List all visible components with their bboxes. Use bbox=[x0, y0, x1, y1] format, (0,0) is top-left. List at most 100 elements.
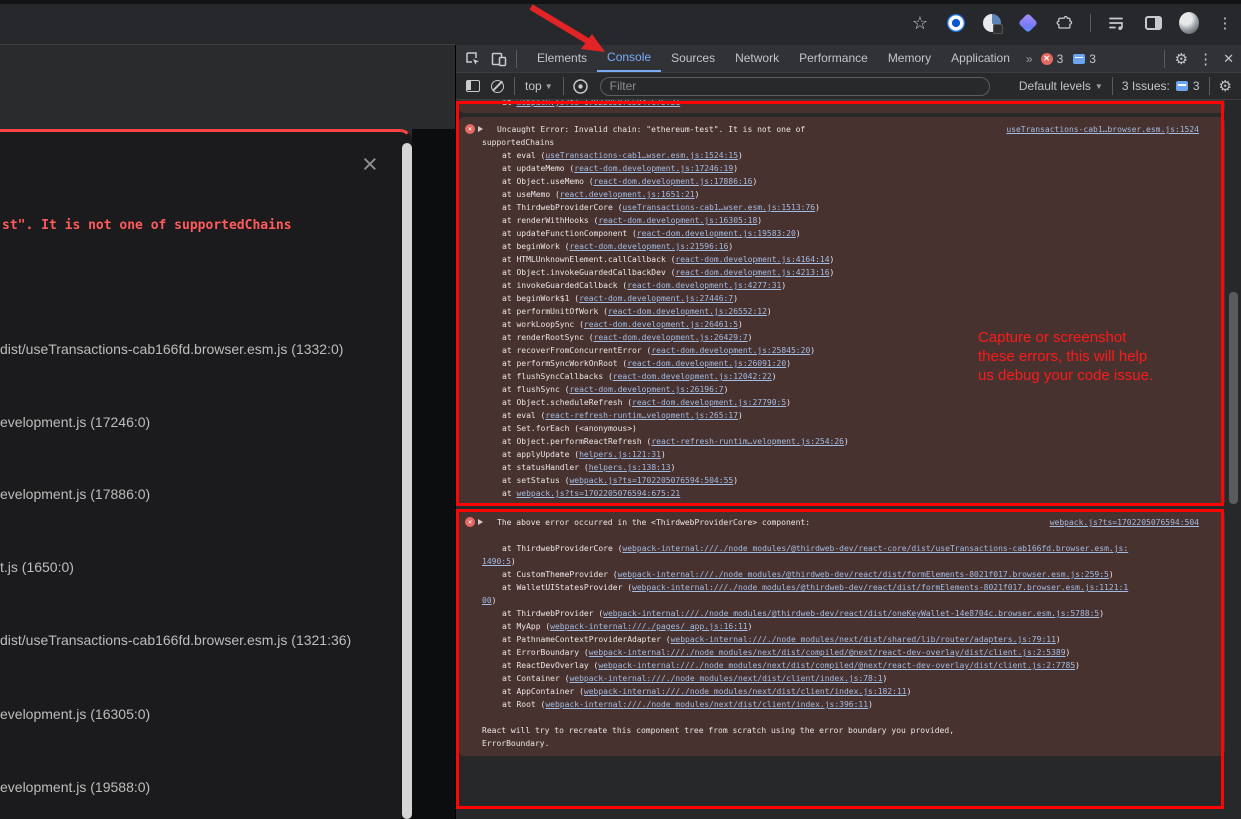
stack-frame: at Set.forEach (<anonymous>) bbox=[482, 422, 1199, 435]
source-link[interactable]: react-dom.development.js:25845:20 bbox=[651, 346, 810, 355]
toolbar-divider bbox=[563, 77, 564, 95]
console-log-area: at webpack.js?ts=1702205076594:675:21 ✕ … bbox=[456, 100, 1241, 819]
chevron-down-icon: ▼ bbox=[545, 82, 553, 91]
issues-label[interactable]: 3 Issues: bbox=[1122, 79, 1170, 93]
source-link[interactable]: webpack-internal:///./pages/_app.js:16:1… bbox=[550, 622, 747, 631]
source-link[interactable]: react-dom.development.js:16305:18 bbox=[598, 216, 757, 225]
annotation-note-line: these errors, this will help bbox=[978, 347, 1153, 366]
source-link[interactable]: webpack-internal:///./node_modules/next/… bbox=[671, 635, 1056, 644]
source-link[interactable]: helpers.js:138:13 bbox=[589, 463, 671, 472]
stack-frame: at Object.invokeGuardedCallbackDev (reac… bbox=[482, 266, 1199, 279]
source-link[interactable]: react-dom.development.js:4164:14 bbox=[675, 255, 829, 264]
tab-memory[interactable]: Memory bbox=[878, 45, 941, 72]
source-link[interactable]: webpack-internal:///./node_modules/next/… bbox=[598, 661, 1075, 670]
console-message-partial: at webpack.js?ts=1702205076594:675:21 bbox=[459, 100, 1225, 113]
browser-menu-kebab-icon[interactable]: ⋮ bbox=[1215, 13, 1235, 33]
expand-triangle-icon[interactable] bbox=[478, 126, 483, 132]
source-link[interactable]: react-dom.development.js:26552:12 bbox=[608, 307, 767, 316]
tab-application[interactable]: Application bbox=[941, 45, 1020, 72]
source-link[interactable]: react-dom.development.js:17246:19 bbox=[574, 164, 733, 173]
source-link[interactable]: webpack.js?ts=1702205076594:675:21 bbox=[516, 100, 680, 107]
source-link[interactable]: react-dom.development.js:27446:7 bbox=[579, 294, 733, 303]
source-link[interactable]: webpack.js?ts=1702205076594:504:55 bbox=[569, 476, 733, 485]
screenshot-stage: ☆ ⋮ × st". It is not one of supportedCha… bbox=[0, 0, 1241, 819]
console-settings-gear-icon[interactable]: ⚙ bbox=[1219, 77, 1232, 95]
extension-clock-icon[interactable] bbox=[982, 13, 1002, 33]
overlay-stack-frame: evelopment.js (17886:0) bbox=[0, 486, 150, 502]
source-link[interactable]: webpack-internal:///./node_modules/next/… bbox=[569, 674, 882, 683]
extension-blue-icon[interactable] bbox=[946, 13, 966, 33]
toolbar-divider bbox=[514, 77, 515, 95]
source-link[interactable]: react.development.js:1651:21 bbox=[560, 190, 695, 199]
source-link[interactable]: webpack.js?ts=1702205076594:675:21 bbox=[516, 489, 680, 498]
source-link[interactable]: webpack-internal:///./node_modules/@thir… bbox=[482, 544, 1128, 566]
bookmark-star-icon[interactable]: ☆ bbox=[910, 13, 930, 33]
more-tabs-icon[interactable]: » bbox=[1026, 52, 1031, 66]
extensions-puzzle-icon[interactable] bbox=[1054, 13, 1074, 33]
source-link[interactable]: react-refresh-runtim…velopment.js:265:17 bbox=[545, 411, 738, 420]
source-link[interactable]: react-dom.development.js:12042:22 bbox=[613, 372, 772, 381]
stack-frame: at WalletUIStatesProvider (webpack-inter… bbox=[482, 581, 1132, 607]
device-toolbar-icon[interactable] bbox=[490, 50, 508, 68]
annotation-note: Capture or screenshotthese errors, this … bbox=[978, 328, 1153, 385]
source-link[interactable]: react-dom.development.js:26196:7 bbox=[569, 385, 723, 394]
source-link[interactable]: react-dom.development.js:27790:5 bbox=[632, 398, 786, 407]
issues-bubble-icon[interactable] bbox=[1073, 54, 1085, 64]
close-icon[interactable]: × bbox=[362, 154, 378, 174]
source-link[interactable]: useTransactions-cab1…wser.esm.js:1513:76 bbox=[622, 203, 815, 212]
stack-frame: at setStatus (webpack.js?ts=170220507659… bbox=[482, 474, 1199, 487]
console-sidebar-icon[interactable] bbox=[464, 77, 482, 95]
console-toolbar: top ▼ Default levels ▼ 3 Issues: 3 ⚙ bbox=[456, 73, 1241, 100]
expand-triangle-icon[interactable] bbox=[478, 519, 483, 525]
source-link[interactable]: react-dom.development.js:26429:7 bbox=[594, 333, 748, 342]
source-link[interactable]: webpack.js?ts=1702205076594:504 bbox=[1050, 516, 1199, 529]
error-message-text: Uncaught Error: Invalid chain: "ethereum… bbox=[482, 123, 829, 149]
devtools-menu-kebab-icon[interactable]: ⋮ bbox=[1198, 50, 1213, 68]
overlay-scrollbar[interactable] bbox=[402, 143, 412, 819]
source-link[interactable]: react-dom.development.js:21596:16 bbox=[569, 242, 728, 251]
source-link[interactable]: webpack-internal:///./node_modules/next/… bbox=[589, 648, 1066, 657]
source-link[interactable]: react-dom.development.js:4213:16 bbox=[675, 268, 829, 277]
source-link[interactable]: react-refresh-runtim…velopment.js:254:26 bbox=[651, 437, 844, 446]
source-link[interactable]: webpack-internal:///./node_modules/@thir… bbox=[482, 583, 1128, 605]
source-link[interactable]: react-dom.development.js:26091:20 bbox=[627, 359, 786, 368]
source-link[interactable]: webpack-internal:///./node_modules/next/… bbox=[545, 700, 868, 709]
tab-network[interactable]: Network bbox=[725, 45, 789, 72]
profile-avatar[interactable] bbox=[1179, 13, 1199, 33]
console-scrollbar[interactable] bbox=[1229, 292, 1238, 504]
source-link[interactable]: webpack-internal:///./node_modules/@thir… bbox=[603, 609, 1099, 618]
stack-frame: at updateMemo (react-dom.development.js:… bbox=[482, 162, 1199, 175]
source-link[interactable]: react-dom.development.js:4277:31 bbox=[627, 281, 781, 290]
source-link[interactable]: react-dom.development.js:26461:5 bbox=[584, 320, 738, 329]
settings-gear-icon[interactable]: ⚙ bbox=[1175, 50, 1188, 68]
console-filter-input[interactable] bbox=[600, 77, 990, 96]
stack-frame: at invokeGuardedCallback (react-dom.deve… bbox=[482, 279, 1199, 292]
stack-frame: at ThirdwebProviderCore (useTransactions… bbox=[482, 201, 1199, 214]
overlay-stack-frame: evelopment.js (17246:0) bbox=[0, 414, 150, 430]
tab-sources[interactable]: Sources bbox=[661, 45, 725, 72]
source-link[interactable]: useTransactions-cab1…browser.esm.js:1524 bbox=[1006, 123, 1199, 136]
stack-frame: at eval (react-refresh-runtim…velopment.… bbox=[482, 409, 1199, 422]
context-selector[interactable]: top bbox=[525, 79, 542, 93]
tab-performance[interactable]: Performance bbox=[789, 45, 878, 72]
source-link[interactable]: webpack-internal:///./node_modules/@thir… bbox=[618, 570, 1109, 579]
devtools-close-icon[interactable]: ✕ bbox=[1223, 51, 1234, 67]
chevron-down-icon: ▼ bbox=[1095, 82, 1103, 91]
live-expression-eye-icon[interactable] bbox=[572, 77, 590, 95]
source-link[interactable]: react-dom.development.js:19583:20 bbox=[637, 229, 796, 238]
inspect-element-icon[interactable] bbox=[464, 50, 482, 68]
stack-frame: at ErrorBoundary (webpack-internal:///./… bbox=[482, 646, 1132, 659]
default-levels-dropdown[interactable]: Default levels bbox=[1019, 79, 1091, 93]
source-link[interactable]: helpers.js:121:31 bbox=[579, 450, 661, 459]
side-panel-icon[interactable] bbox=[1143, 13, 1163, 33]
source-link[interactable]: webpack-internal:///./node_modules/next/… bbox=[584, 687, 907, 696]
media-controls-icon[interactable] bbox=[1107, 13, 1127, 33]
source-link[interactable]: react-dom.development.js:17886:16 bbox=[594, 177, 753, 186]
error-badge-icon[interactable]: ✕ bbox=[1041, 53, 1053, 65]
source-link[interactable]: useTransactions-cab1…wser.esm.js:1524:15 bbox=[545, 151, 738, 160]
clear-console-icon[interactable] bbox=[488, 77, 506, 95]
stack-frame: at eval (useTransactions-cab1…wser.esm.j… bbox=[482, 149, 1199, 162]
overlay-stack-frame: evelopment.js (16305:0) bbox=[0, 706, 150, 722]
extension-diamond-icon[interactable] bbox=[1018, 13, 1038, 33]
stack-frame: at Object.scheduleRefresh (react-dom.dev… bbox=[482, 396, 1199, 409]
